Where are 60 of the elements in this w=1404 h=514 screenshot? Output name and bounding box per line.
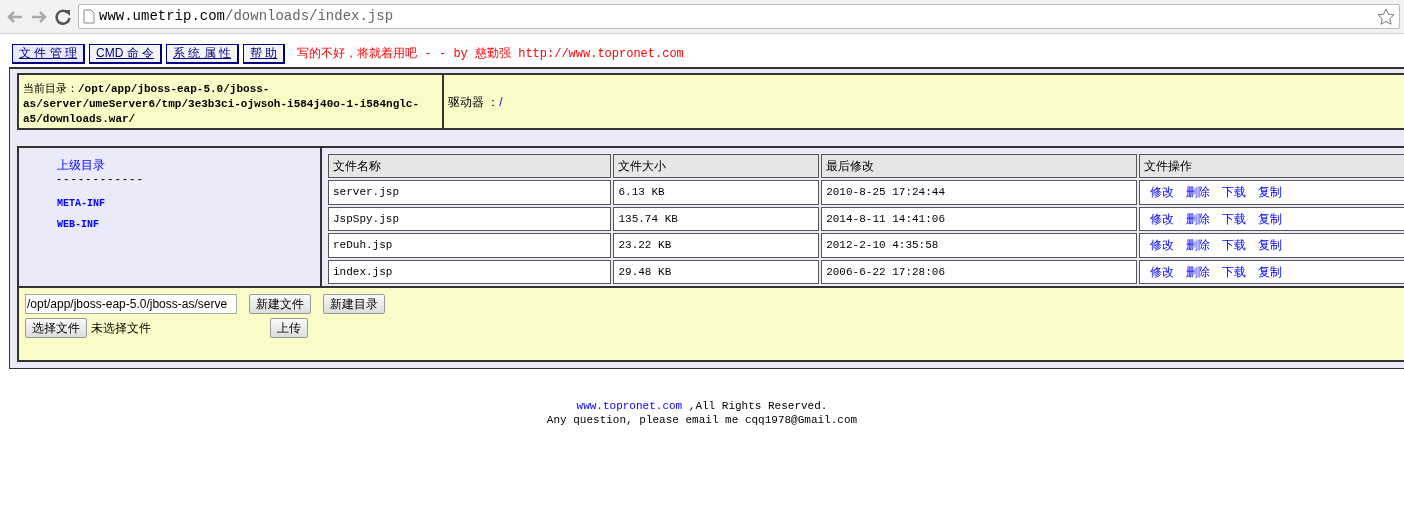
- table-cell: JspSpy.jsp: [328, 206, 612, 231]
- directory-link[interactable]: META-INF: [57, 196, 105, 211]
- table-cell: 23.22 KB: [613, 233, 820, 258]
- menu-link[interactable]: 帮 助: [243, 44, 286, 64]
- action-link[interactable]: 删除: [1186, 211, 1211, 226]
- table-cell: 135.74 KB: [613, 206, 820, 231]
- new-file-button[interactable]: 新建文件: [249, 294, 311, 314]
- column-header: 文件大小: [613, 154, 820, 178]
- action-link[interactable]: 修改: [1150, 238, 1175, 252]
- page-icon: [83, 9, 95, 24]
- forward-icon[interactable]: [30, 8, 48, 25]
- table-cell: reDuh.jsp: [328, 233, 612, 258]
- table-cell: 2010-8-25 17:24:44: [821, 180, 1138, 205]
- action-link[interactable]: 修改: [1150, 264, 1175, 279]
- column-header: 文件名称: [328, 154, 612, 178]
- star-icon[interactable]: [1377, 7, 1395, 26]
- action-link[interactable]: 下载: [1222, 264, 1247, 279]
- table-cell: server.jsp: [328, 180, 612, 205]
- table-cell: 6.13 KB: [613, 180, 820, 205]
- new-directory-button[interactable]: 新建目录: [323, 294, 385, 314]
- menu-link[interactable]: CMD 命 令: [89, 44, 162, 64]
- action-link[interactable]: 修改: [1150, 185, 1175, 199]
- action-link[interactable]: 修改: [1150, 211, 1175, 226]
- reload-icon[interactable]: [54, 7, 72, 26]
- table-cell: 29.48 KB: [613, 259, 820, 284]
- table-cell: 2012-2-10 4:35:58: [821, 233, 1138, 258]
- upload-button[interactable]: 上传: [270, 318, 308, 338]
- rights-text: ,All Rights Reserved.: [688, 400, 828, 412]
- action-link[interactable]: 下载: [1222, 238, 1247, 252]
- action-link[interactable]: 复制: [1258, 185, 1283, 199]
- directory-link[interactable]: WEB-INF: [57, 217, 99, 232]
- separator-text: - - - - - - - - - - - -: [57, 174, 143, 184]
- choose-file-button[interactable]: 选择文件: [25, 318, 87, 338]
- table-cell: index.jsp: [328, 259, 612, 284]
- action-link[interactable]: 删除: [1186, 264, 1211, 279]
- path-field[interactable]: /opt/app/jboss-eap-5.0/jboss-as/serve: [25, 294, 237, 314]
- contact-text: Any question, please email me cqq1978@Gmail.com: [545, 413, 859, 427]
- table-cell: 2006-6-22 17:28:06: [821, 259, 1138, 284]
- action-link[interactable]: 复制: [1258, 211, 1283, 226]
- action-link[interactable]: 下载: [1222, 211, 1247, 226]
- action-link[interactable]: 复制: [1258, 264, 1283, 279]
- table-cell: 2014-8-11 14:41:06: [821, 206, 1138, 231]
- action-link[interactable]: 删除: [1186, 238, 1211, 252]
- drive-link[interactable]: /: [499, 92, 503, 111]
- footer-link[interactable]: www.topronet.com: [576, 400, 683, 412]
- no-file-chosen-text: 未选择文件: [91, 320, 152, 337]
- url-text: www.umetrip.com/downloads/index.jsp: [99, 7, 394, 26]
- back-icon[interactable]: [6, 8, 24, 25]
- column-header: 最后修改: [821, 154, 1138, 178]
- action-link[interactable]: 删除: [1186, 185, 1211, 199]
- column-header: 文件操作: [1139, 154, 1404, 178]
- current-directory: 当前目录：/opt/app/jboss-eap-5.0/jboss-as/server/umeServer6/tmp/3e3b3ci-ojwsoh-i584j40o-1-i584nglc-a5/downloads.war/: [23, 82, 420, 124]
- slogan-text: 写的不好，将就着用吧 - - by 慈勤强 http://www.topronet.com: [297, 46, 684, 63]
- address-bar[interactable]: www.umetrip.com/downloads/index.jsp: [78, 4, 1400, 29]
- parent-directory-link[interactable]: 上级目录: [57, 156, 320, 174]
- menu-link[interactable]: 文 件 管 理: [12, 44, 85, 64]
- action-link[interactable]: 复制: [1258, 238, 1283, 252]
- drive-label: 驱动器 ：: [448, 93, 500, 111]
- action-link[interactable]: 下载: [1222, 185, 1247, 199]
- menu-link[interactable]: 系 统 属 性: [166, 44, 240, 64]
